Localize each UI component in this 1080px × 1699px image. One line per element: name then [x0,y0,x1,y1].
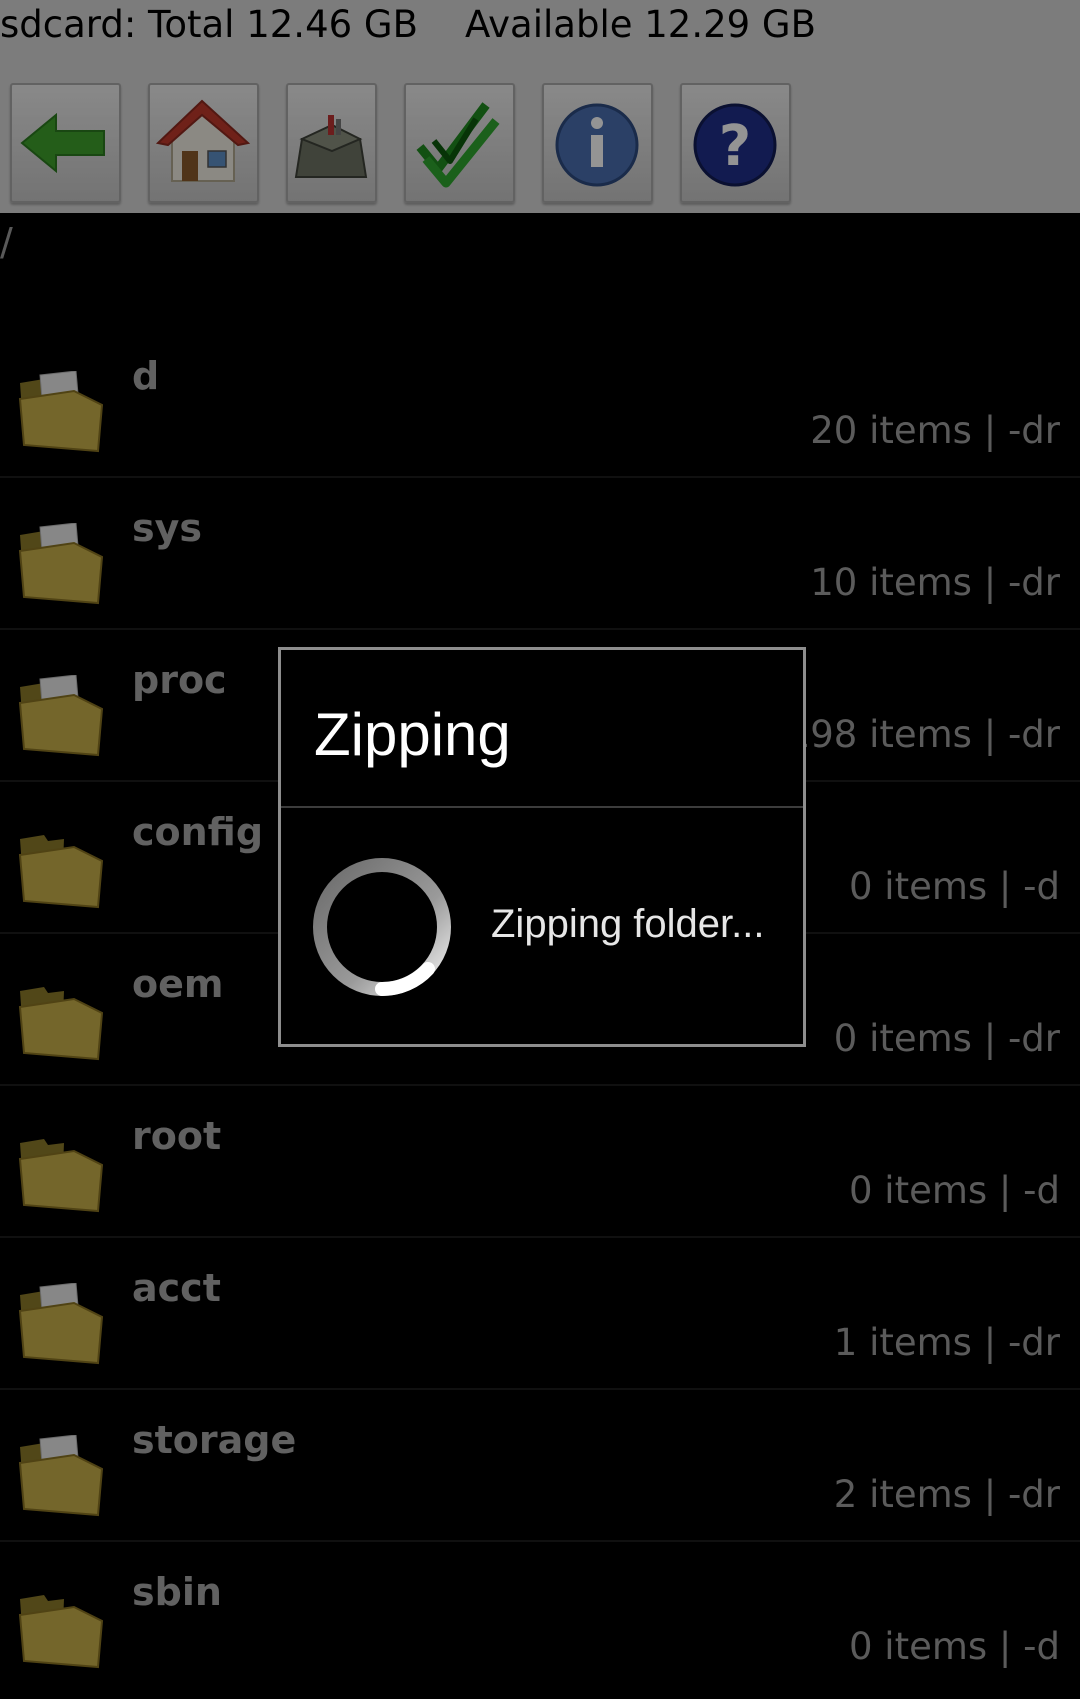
spinner-icon [313,858,451,997]
file-manager-app: sdcard: Total 12.46 GB Available 12.29 G… [0,0,1080,1699]
dialog-message: Zipping folder... [491,902,765,946]
dialog-title: Zipping [314,701,511,768]
progress-dialog: Zipping Zipping folder... [278,647,806,1047]
dialog-divider [281,806,803,808]
